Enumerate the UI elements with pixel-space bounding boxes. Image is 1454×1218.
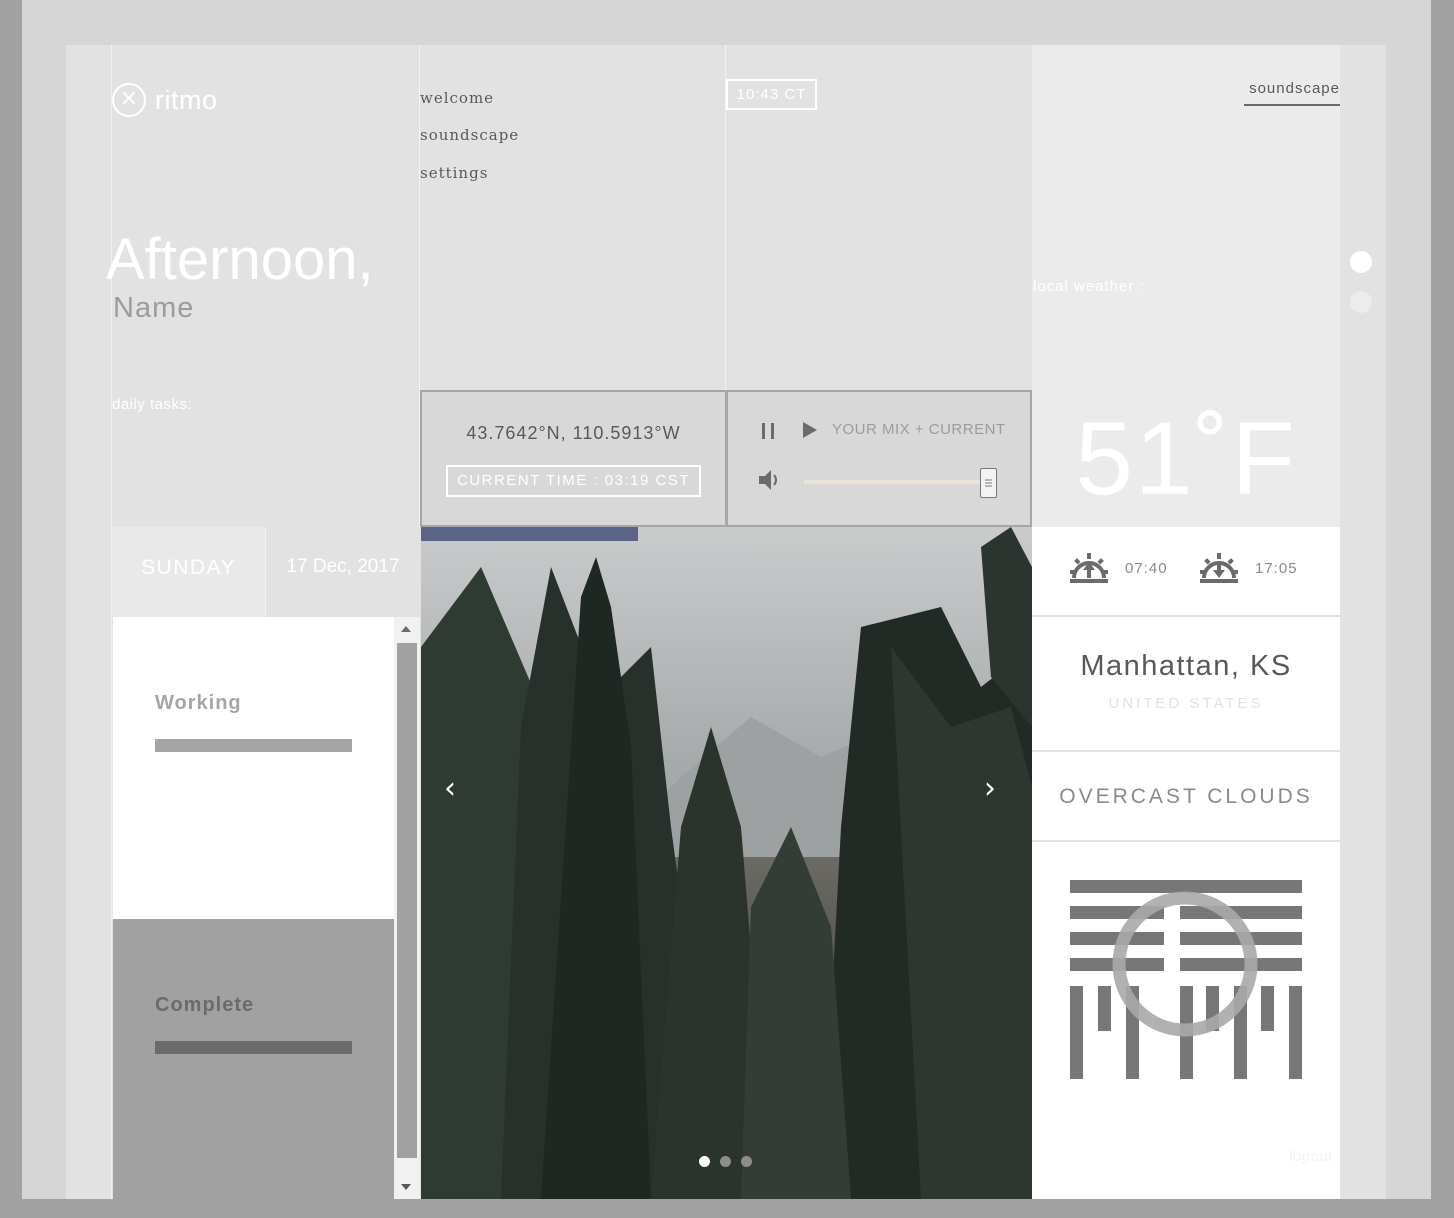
daily-tasks-label: daily tasks: [112,396,193,413]
nav-item-soundscape[interactable]: soundscape [420,126,519,144]
page-dot[interactable] [1350,291,1372,313]
play-icon[interactable] [801,421,819,439]
slide-dot-active[interactable] [699,1156,710,1167]
sunrise-icon [1070,553,1108,583]
location-row [1032,617,1340,750]
close-circle-icon: × [112,83,146,117]
mix-label: YOUR MIX + CURRENT [832,421,1006,438]
temperature: 51˚F [1075,401,1297,517]
volume-handle[interactable] [980,468,997,498]
grid-line [111,45,112,1199]
task-progress-bar [155,1041,352,1054]
country-name: UNITED STATES [1108,695,1264,712]
webcam-image [421,527,1032,1199]
page-dot-active[interactable] [1350,251,1372,273]
scroll-down-icon[interactable] [400,1182,412,1192]
scrollbar-thumb[interactable] [397,643,417,1158]
task-progress-bar [155,739,352,752]
day-label: SUNDAY [141,556,236,579]
chevron-left-icon[interactable]: ‹ [444,771,456,806]
pause-icon[interactable] [760,421,778,441]
overcast-clouds-icon [1070,880,1302,1079]
volume-slider[interactable] [804,480,988,484]
webcam-slider[interactable] [421,527,1032,1199]
current-time-badge: CURRENT TIME : 03:19 CST [446,465,701,497]
audio-player [726,390,1032,527]
scroll-up-icon[interactable] [400,624,412,634]
nav-item-settings[interactable]: settings [420,164,488,182]
nav-item-welcome[interactable]: welcome [420,89,494,107]
brand-name: ritmo [155,84,218,115]
city-name: Manhattan, KS [1080,650,1292,682]
task-card-complete[interactable] [113,919,394,1199]
task-title: Complete [155,994,255,1016]
greeting-name: Name [113,292,195,324]
logout-link[interactable]: logout [1289,1148,1333,1165]
slide-dot[interactable] [741,1156,752,1167]
weather-condition: OVERCAST CLOUDS [1059,785,1313,808]
coordinates: 43.7642°N, 110.5913°W [466,423,681,443]
brand-logo[interactable]: × ritmo [112,80,218,120]
task-card-working[interactable] [113,617,394,919]
sunset-time: 17:05 [1255,560,1298,577]
date-label: 17 Dec, 2017 [286,556,400,577]
location-panel [420,390,727,527]
local-weather-label: local weather : [1033,278,1145,295]
clock-badge: 10:43 CT [726,79,817,110]
volume-icon[interactable] [758,469,784,491]
sunrise-time: 07:40 [1125,560,1168,577]
sunset-icon [1200,553,1238,583]
task-title: Working [155,692,242,714]
slide-dot[interactable] [720,1156,731,1167]
soundscape-link[interactable]: soundscape [1244,80,1340,106]
chevron-right-icon[interactable]: › [984,771,996,806]
greeting-title: Afternoon, [106,227,374,292]
